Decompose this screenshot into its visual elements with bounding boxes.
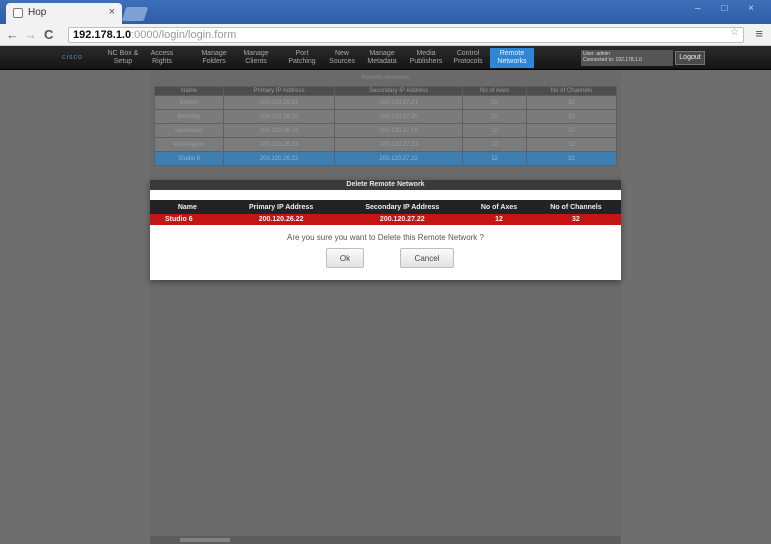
cell-secondary-ip: 200.120.27.21 bbox=[334, 95, 464, 110]
cell-name: Studio 6 bbox=[154, 151, 224, 166]
cell-axes: 12 bbox=[462, 109, 527, 124]
column-header: No of Axes bbox=[462, 86, 527, 96]
cell-channels: 32 bbox=[530, 214, 621, 225]
cell-axes: 12 bbox=[462, 137, 527, 152]
cisco-logo: cisco bbox=[62, 54, 83, 61]
window-controls[interactable]: – □ × bbox=[695, 3, 763, 14]
nav-manage-metadata[interactable]: Manage Metadata bbox=[362, 48, 402, 68]
page-title: Remote Networks bbox=[361, 75, 410, 81]
reload-icon[interactable]: C bbox=[44, 27, 53, 42]
cell-primary-ip: 200.120.26.23 bbox=[222, 137, 336, 152]
app-nav-bar: cisco NC Box & Setup Access Rights Manag… bbox=[0, 46, 771, 70]
cell-axes: 12 bbox=[462, 151, 527, 166]
cell-name: Studio 6 bbox=[150, 214, 225, 225]
cell-name: Washington bbox=[154, 137, 224, 152]
user-info: User: admin Connected to: 192.178.1.0 bbox=[581, 50, 673, 66]
column-header: Secondary IP Address bbox=[334, 86, 464, 96]
browser-tab[interactable]: Hop × bbox=[6, 3, 122, 24]
cell-primary-ip: 200.120.26.19 bbox=[222, 123, 336, 138]
nav-manage-folders[interactable]: Manage Folders bbox=[196, 48, 232, 68]
delete-confirm-dialog: Delete Remote Network Name Primary IP Ad… bbox=[150, 180, 621, 280]
confirm-question: Are you sure you want to Delete this Rem… bbox=[287, 233, 484, 242]
dialog-header-row: Name Primary IP Address Secondary IP Add… bbox=[150, 200, 621, 214]
bookmark-star-icon[interactable]: ☆ bbox=[730, 27, 739, 38]
new-tab-button[interactable] bbox=[121, 7, 149, 21]
cell-primary-ip: 200.120.26.21 bbox=[222, 95, 336, 110]
column-header: Primary IP Address bbox=[224, 200, 338, 214]
column-header: Name bbox=[150, 200, 225, 214]
cancel-button[interactable]: Cancel bbox=[400, 248, 454, 268]
column-header: Secondary IP Address bbox=[337, 200, 468, 214]
nav-new-sources[interactable]: New Sources bbox=[326, 48, 358, 68]
table-row[interactable]: Boston 200.120.26.21 200.120.27.21 12 32 bbox=[154, 95, 618, 110]
cell-axes: 12 bbox=[462, 95, 527, 110]
nav-control-protocols[interactable]: Control Protocols bbox=[450, 48, 486, 68]
dialog-target-row: Studio 6 200.120.26.22 200.120.27.22 12 … bbox=[150, 214, 621, 225]
nav-remote-networks[interactable]: Remote Networks bbox=[490, 48, 534, 68]
cell-secondary-ip: 200.120.27.22 bbox=[337, 214, 468, 225]
browser-menu-icon[interactable]: ≡ bbox=[755, 26, 763, 41]
dialog-network-table: Name Primary IP Address Secondary IP Add… bbox=[150, 200, 621, 225]
scrollbar-thumb[interactable] bbox=[180, 538, 230, 542]
table-header-row: Name Primary IP Address Secondary IP Add… bbox=[154, 86, 618, 96]
cell-channels: 32 bbox=[525, 123, 618, 138]
back-arrow-icon[interactable]: ← bbox=[6, 27, 19, 42]
url-host: 192.178.1.0 bbox=[73, 29, 132, 41]
cell-channels: 32 bbox=[525, 109, 618, 124]
column-header: Name bbox=[154, 86, 224, 96]
logout-button[interactable]: Logout bbox=[675, 51, 705, 65]
cell-secondary-ip: 200.120.27.22 bbox=[334, 151, 464, 166]
nav-port-patching[interactable]: Port Patching bbox=[282, 48, 322, 68]
tab-close-icon[interactable]: × bbox=[109, 6, 115, 18]
table-row-selected[interactable]: Studio 6 200.120.26.22 200.120.27.22 12 … bbox=[154, 151, 618, 166]
browser-toolbar: ← → C 192.178.1.0:0000/login/login.form … bbox=[0, 24, 771, 46]
column-header: No of Axes bbox=[467, 200, 531, 214]
ok-button[interactable]: Ok bbox=[326, 248, 364, 268]
cell-channels: 32 bbox=[525, 95, 618, 110]
dialog-button-row: Ok Cancel bbox=[150, 248, 621, 268]
nav-media-publishers[interactable]: Media Publishers bbox=[406, 48, 446, 68]
cell-name: Berkeley bbox=[154, 109, 224, 124]
column-header: No of Channels bbox=[525, 86, 618, 96]
forward-arrow-icon[interactable]: → bbox=[24, 27, 37, 42]
nav-manage-clients[interactable]: Manage Clients bbox=[238, 48, 274, 68]
horizontal-scrollbar[interactable] bbox=[150, 536, 621, 544]
page-favicon-icon bbox=[13, 8, 23, 18]
cell-name: Boston bbox=[154, 95, 224, 110]
cell-name: Vancouver bbox=[154, 123, 224, 138]
dialog-title: Delete Remote Network bbox=[150, 180, 621, 190]
table-row[interactable]: Berkeley 200.120.26.20 200.120.27.20 12 … bbox=[154, 109, 618, 124]
cell-axes: 12 bbox=[467, 214, 531, 225]
tab-title: Hop bbox=[28, 7, 47, 18]
cell-primary-ip: 200.120.26.20 bbox=[222, 109, 336, 124]
nav-access-rights[interactable]: Access Rights bbox=[146, 48, 178, 68]
cell-primary-ip: 200.120.26.22 bbox=[222, 151, 336, 166]
remote-networks-table: Name Primary IP Address Secondary IP Add… bbox=[154, 86, 618, 166]
url-path: :0000/login/login.form bbox=[131, 29, 237, 41]
address-bar[interactable]: 192.178.1.0:0000/login/login.form bbox=[68, 27, 744, 43]
table-row[interactable]: Washington 200.120.26.23 200.120.27.23 1… bbox=[154, 137, 618, 152]
column-header: Primary IP Address bbox=[222, 86, 336, 96]
cell-channels: 32 bbox=[525, 137, 618, 152]
cell-axes: 12 bbox=[462, 123, 527, 138]
cell-primary-ip: 200.120.26.22 bbox=[224, 214, 338, 225]
cell-secondary-ip: 200.120.27.20 bbox=[334, 109, 464, 124]
column-header: No of Channels bbox=[530, 200, 621, 214]
cell-secondary-ip: 200.120.27.19 bbox=[334, 123, 464, 138]
cell-secondary-ip: 200.120.27.23 bbox=[334, 137, 464, 152]
table-row[interactable]: Vancouver 200.120.26.19 200.120.27.19 12… bbox=[154, 123, 618, 138]
cell-channels: 32 bbox=[525, 151, 618, 166]
browser-tabstrip: Hop × – □ × bbox=[0, 0, 771, 24]
nav-nc-box-setup[interactable]: NC Box & Setup bbox=[104, 48, 142, 68]
